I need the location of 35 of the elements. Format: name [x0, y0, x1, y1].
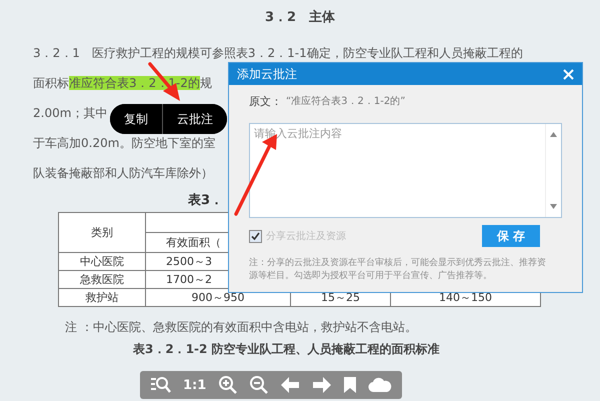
table-note: 注 ：中心医院、急救医院的有效面积中含电站，救护站不含电站。	[65, 319, 418, 335]
table-caption: 表3．	[188, 192, 224, 210]
fit-page-icon[interactable]	[150, 375, 172, 395]
table-cell: 救护站	[86, 291, 118, 304]
bookmark-icon[interactable]	[342, 376, 357, 394]
cloud-icon[interactable]	[368, 377, 392, 393]
body-text: 队装备掩蔽部和人防汽车库除外）	[33, 166, 213, 180]
table-caption: 表3．2．1-2 防空专业队工程、人员掩蔽工程的面积标准	[133, 341, 441, 357]
share-checkbox[interactable]	[249, 230, 262, 242]
zoom-in-icon[interactable]	[218, 375, 238, 395]
popup-menu-item[interactable]: 云批注	[162, 104, 227, 134]
body-text: 于车高加0.20m。防空地下室的室	[33, 136, 216, 150]
table-cell: 1700～2	[166, 273, 212, 286]
table-cell: 900～950	[192, 291, 244, 304]
arrow-left-icon[interactable]	[280, 376, 300, 394]
source-label: 原文：	[249, 94, 282, 108]
table-cell: 急救医院	[80, 273, 124, 286]
body-text: 3．2．1 医疗救护工程的规模可参照表3．2．1-1确定，防空专业队工程和人员掩蔽工程的	[33, 46, 523, 60]
body-text: 2.00m；其中	[33, 106, 108, 120]
body-text: 面积标	[33, 76, 69, 90]
dialog-notice: 注：分享的云批注及资源在平台审核后，可能会显示到优秀云批注、推荐资源等栏目。勾选即为授权平台可用于平台宣传、广告推荐等。	[249, 257, 547, 283]
table-cell: 2500～3	[166, 255, 212, 268]
table-header: 类别	[58, 212, 146, 252]
zoom-out-icon[interactable]	[248, 375, 269, 395]
table-cell: 15～25	[321, 291, 360, 304]
section-heading: 3．2 主体	[264, 8, 336, 27]
body-text: 规	[200, 76, 212, 90]
source-text: “准应符合表3．2．1-2的”	[286, 94, 406, 108]
close-icon[interactable]	[563, 68, 574, 80]
table-cell: 中心医院	[80, 255, 124, 268]
dialog-title: 添加云批注	[237, 66, 297, 82]
arrow-right-icon[interactable]	[312, 376, 332, 394]
table-cell: 140～150	[439, 291, 492, 304]
scroll-up-icon[interactable]	[550, 132, 557, 137]
scroll-down-icon[interactable]	[550, 204, 557, 209]
